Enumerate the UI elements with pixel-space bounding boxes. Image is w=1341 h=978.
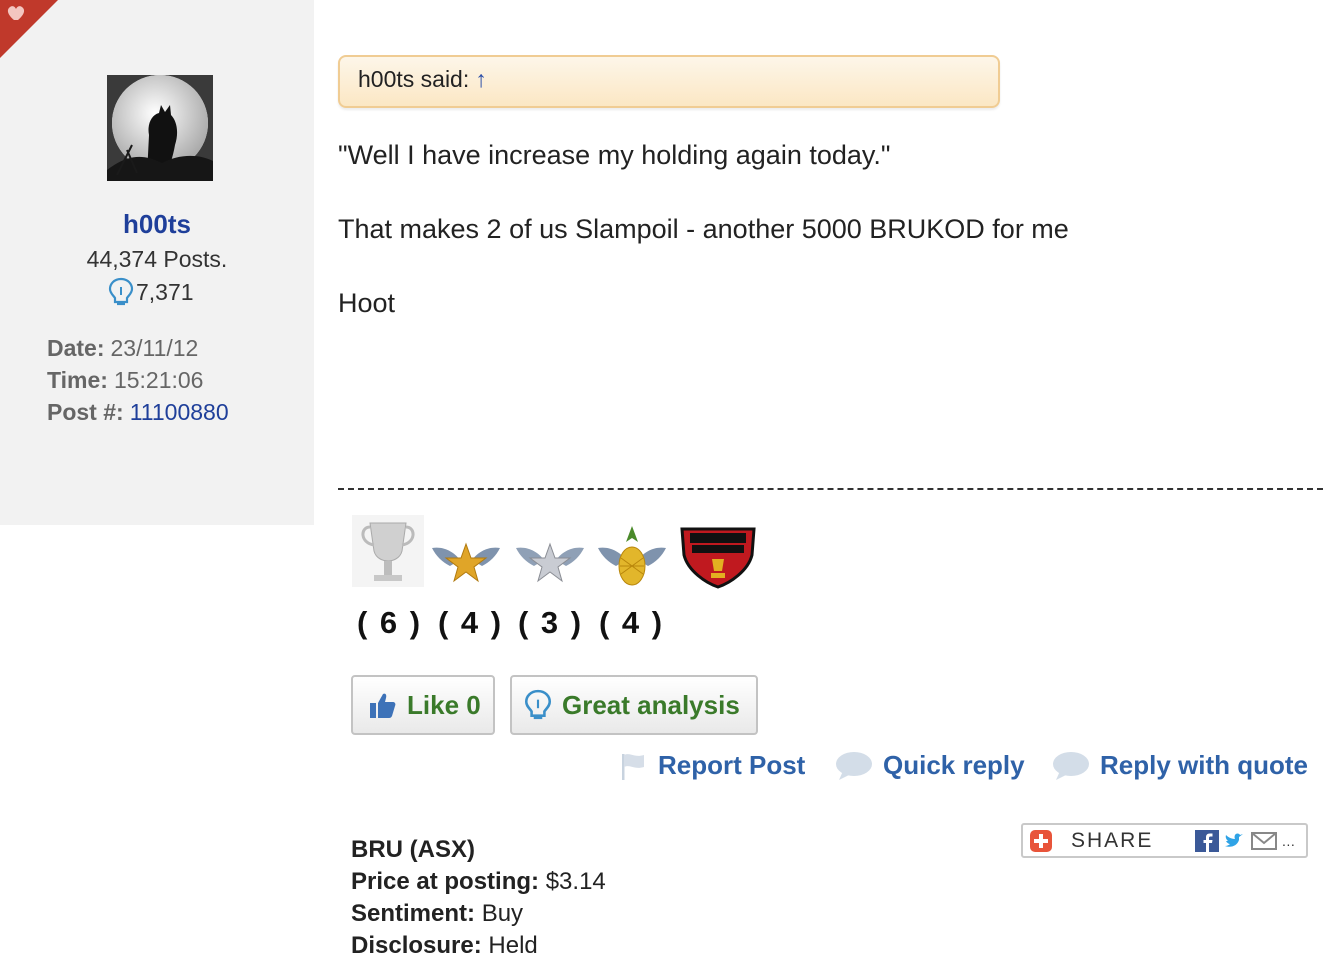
disclosure-label: Disclosure: <box>351 932 482 959</box>
quote-jump-arrow-icon[interactable]: ↑ <box>475 66 487 92</box>
quote-box: h00ts said: ↑ <box>338 55 1000 108</box>
thumbs-up-icon <box>370 693 396 718</box>
report-post-label: Report Post <box>658 750 806 780</box>
facebook-icon[interactable] <box>1195 829 1220 852</box>
time-label: Time: <box>47 367 108 393</box>
post-signoff: Hoot <box>338 288 396 318</box>
quick-reply-link[interactable]: Quick reply <box>835 750 1025 781</box>
nrl-shield-badge-icon <box>680 527 756 589</box>
badge-count-pineapple: ( 4 ) <box>599 605 665 640</box>
stock-ticker-label: BRU (ASX) <box>351 836 475 863</box>
price-label: Price at posting: <box>351 868 540 895</box>
sentiment-value: Buy <box>481 900 524 927</box>
post-body-line: That makes 2 of us Slampoil - another 50… <box>338 214 1069 244</box>
silver-star-wings-badge-icon <box>516 542 584 583</box>
disclosure: Disclosure: Held <box>351 932 538 960</box>
speech-bubble-icon <box>1053 751 1089 780</box>
great-analysis-label: Great analysis <box>562 689 740 720</box>
price-at-posting: Price at posting: $3.14 <box>351 868 606 896</box>
date-label: Date: <box>47 335 105 361</box>
reply-with-quote-label: Reply with quote <box>1100 750 1308 780</box>
username[interactable]: h00ts <box>0 209 314 240</box>
pineapple-wings-badge-icon <box>598 526 666 586</box>
quote-author: h00ts said: <box>358 66 470 92</box>
badge-count-gold-star: ( 4 ) <box>438 605 504 640</box>
price-value: $3.14 <box>545 868 606 895</box>
time-value: 15:21:06 <box>113 367 204 393</box>
post-number-link[interactable]: 11100880 <box>130 399 229 425</box>
plus-icon <box>1030 829 1052 852</box>
lightbulb-icon <box>108 277 134 306</box>
quick-reply-label: Quick reply <box>883 750 1025 780</box>
share-widget[interactable]: SHARE … <box>1021 823 1308 858</box>
date-value: 23/11/12 <box>110 335 199 361</box>
twitter-icon[interactable] <box>1223 830 1247 852</box>
lightbulb-count-value: 7,371 <box>136 278 194 305</box>
badge-count-silver-star: ( 3 ) <box>518 605 584 640</box>
post-date: Date: 23/11/12 <box>47 335 198 362</box>
email-icon[interactable] <box>1251 831 1278 851</box>
stock-ticker: BRU (ASX) <box>351 836 475 864</box>
badge-count-trophy: ( 6 ) <box>357 605 423 640</box>
report-post-link[interactable]: Report Post <box>618 750 805 781</box>
flag-icon <box>622 753 644 780</box>
lightbulb-count: 7,371 <box>108 277 194 307</box>
sentiment-label: Sentiment: <box>351 900 476 927</box>
speech-bubble-icon <box>836 751 872 780</box>
great-analysis-button[interactable]: Great analysis <box>510 675 758 735</box>
reply-with-quote-link[interactable]: Reply with quote <box>1052 750 1308 781</box>
like-button-label: Like 0 <box>407 689 481 720</box>
post-count: 44,374 Posts. <box>86 246 228 272</box>
gold-star-wings-badge-icon <box>432 542 500 583</box>
avatar[interactable] <box>107 75 213 181</box>
post-number: Post #: 11100880 <box>47 399 229 426</box>
lightbulb-icon <box>524 689 552 720</box>
user-panel: h00ts 44,374 Posts. 7,371 Date: 23/11/12 … <box>0 0 314 525</box>
like-button[interactable]: Like 0 <box>351 675 495 735</box>
owl-moon-avatar-image <box>107 75 213 181</box>
more-options-icon[interactable]: … <box>1281 833 1295 849</box>
post-number-label: Post #: <box>47 399 124 425</box>
post-divider <box>338 488 1323 490</box>
sentiment: Sentiment: Buy <box>351 900 523 928</box>
trophy-badge-icon <box>352 515 424 587</box>
share-label: SHARE <box>1071 828 1154 852</box>
favourite-heart-icon[interactable] <box>0 0 58 58</box>
disclosure-value: Held <box>488 932 538 959</box>
post-time: Time: 15:21:06 <box>47 367 203 394</box>
post-quote-line: "Well I have increase my holding again t… <box>338 140 891 170</box>
